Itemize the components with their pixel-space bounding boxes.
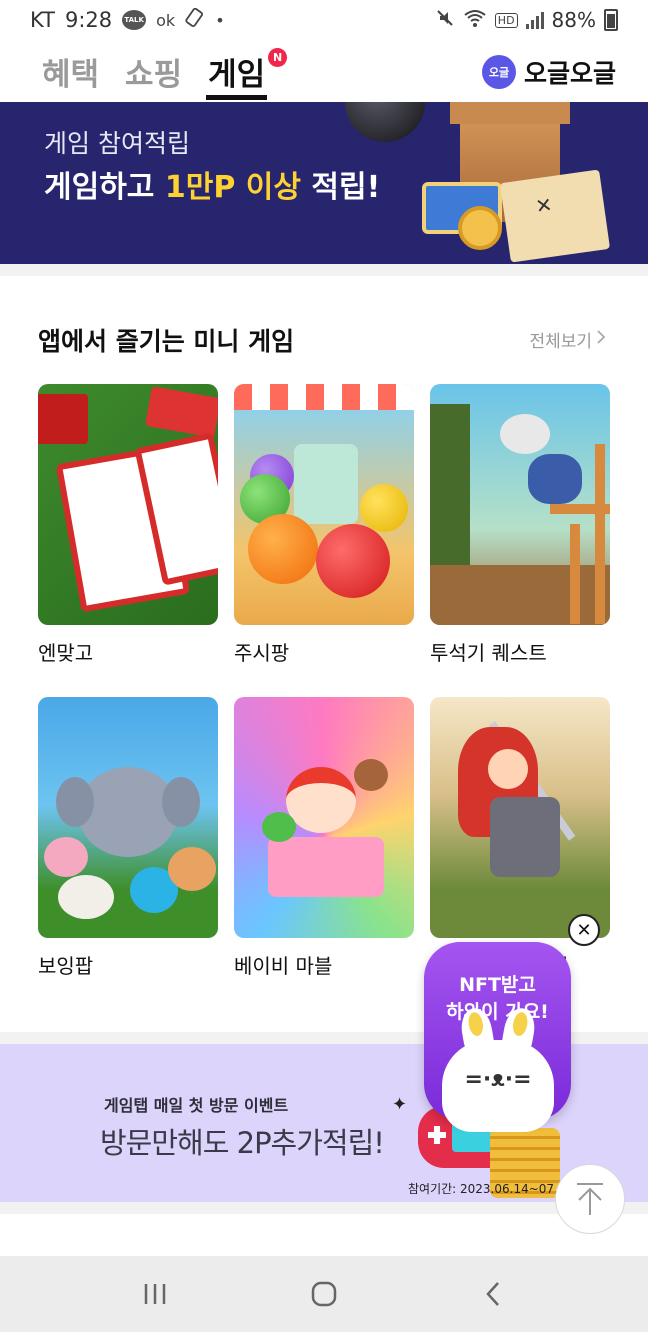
carrier: KT <box>30 8 55 32</box>
scroll-to-top-button[interactable] <box>555 1164 625 1234</box>
section-title: 앱에서 즐기는 미니 게임 <box>38 327 295 356</box>
recent-apps-icon[interactable] <box>125 1269 185 1319</box>
banner-title-part1: 게임하고 <box>44 170 165 205</box>
game-name: 투석기 퀘스트 <box>430 641 547 665</box>
sparkle-icon: ✦ <box>392 1094 408 1115</box>
treasure-map-illustration <box>499 169 611 263</box>
banner-title-part2: 적립! <box>300 170 381 205</box>
banner-title-highlight: 1만P 이상 <box>164 170 301 205</box>
rabbit-mascot-icon: =·ᴥ·= <box>442 1005 554 1132</box>
tab-label: 쇼핑 <box>125 56 183 93</box>
cannonball-illustration <box>345 102 425 142</box>
system-nav-bar <box>0 1256 648 1332</box>
screen-rotate-icon <box>185 7 205 32</box>
game-card-baby-marble[interactable]: 베이비 마블 <box>234 697 414 979</box>
game-card-catapult-quest[interactable]: 투석기 퀘스트 <box>430 384 610 666</box>
back-icon[interactable] <box>463 1269 523 1319</box>
game-thumbnail <box>430 697 610 938</box>
event-title: 방문만해도 2P추가적립! <box>100 1126 385 1160</box>
tab-shopping[interactable]: 쇼핑 <box>125 40 182 102</box>
game-card-juicy-pang[interactable]: 주시팡 <box>234 384 414 666</box>
wifi-icon <box>463 8 487 32</box>
see-all-label: 전체보기 <box>529 332 592 352</box>
hd-voice-icon: HD <box>494 12 518 28</box>
status-left: KT 9:28 TALK ok • <box>30 7 225 32</box>
tab-label: 혜택 <box>42 56 100 93</box>
nft-promo-line2: 하와이 가요! <box>446 1001 549 1023</box>
profile-name: 오글오글 <box>523 59 616 88</box>
game-name: 베이비 마블 <box>234 954 333 978</box>
game-thumbnail <box>234 384 414 625</box>
tab-benefits[interactable]: 혜택 <box>42 40 99 102</box>
mute-icon <box>435 8 455 32</box>
home-icon[interactable] <box>294 1269 354 1319</box>
game-card-boing-pop[interactable]: 보잉팝 <box>38 697 218 979</box>
tab-games[interactable]: 게임 N <box>206 40 288 102</box>
battery-icon <box>604 9 618 31</box>
banner-title: 게임하고 1만P 이상 적립! <box>44 162 380 206</box>
game-name: 엔맞고 <box>38 641 94 665</box>
game-name: 주시팡 <box>234 641 290 665</box>
avatar: 오글 <box>481 55 516 89</box>
see-all-link[interactable]: 전체보기 <box>529 327 606 352</box>
signal-icon <box>525 11 544 29</box>
top-tab-bar: 혜택 쇼핑 게임 N 오글 오글오글 <box>0 40 648 102</box>
nft-promo-text: NFT받고 하와이 가요! <box>424 972 571 1026</box>
game-card-matgo[interactable]: 엔맞고 <box>38 384 218 666</box>
status-bar: KT 9:28 TALK ok • HD 88% <box>0 0 648 40</box>
new-badge: N <box>268 48 288 67</box>
ok-cashbag-icon: ok <box>156 10 176 30</box>
event-subtitle: 게임탭 매일 첫 방문 이벤트 <box>104 1096 289 1115</box>
game-name: 보잉팝 <box>38 954 94 978</box>
status-right: HD 88% <box>435 8 618 32</box>
clock: 9:28 <box>64 8 113 32</box>
game-reward-banner[interactable]: 게임 참여적립 게임하고 1만P 이상 적립! <box>0 102 648 264</box>
arrow-up-icon <box>577 1183 603 1215</box>
game-thumbnail <box>38 697 218 938</box>
section-divider <box>0 1202 648 1214</box>
game-thumbnail <box>38 384 218 625</box>
tab-label: 게임 <box>208 56 266 93</box>
section-divider <box>0 264 648 276</box>
nft-promo-line1: NFT받고 <box>459 974 536 996</box>
kakaotalk-icon: TALK <box>122 10 147 30</box>
notification-dot: • <box>215 10 225 30</box>
chevron-right-icon <box>596 329 606 350</box>
battery-percent: 88% <box>551 8 596 32</box>
profile-button[interactable]: 오글 오글오글 <box>481 54 616 90</box>
event-period: 참여기간: 2023.06.14~07.0 <box>408 1182 566 1196</box>
nft-promo-widget[interactable]: NFT받고 하와이 가요! =·ᴥ·= <box>424 942 571 1132</box>
game-thumbnail <box>430 384 610 625</box>
banner-subtitle: 게임 참여적립 <box>44 129 190 158</box>
coin-illustration <box>458 206 502 250</box>
game-thumbnail <box>234 697 414 938</box>
close-icon[interactable]: ✕ <box>568 914 600 946</box>
